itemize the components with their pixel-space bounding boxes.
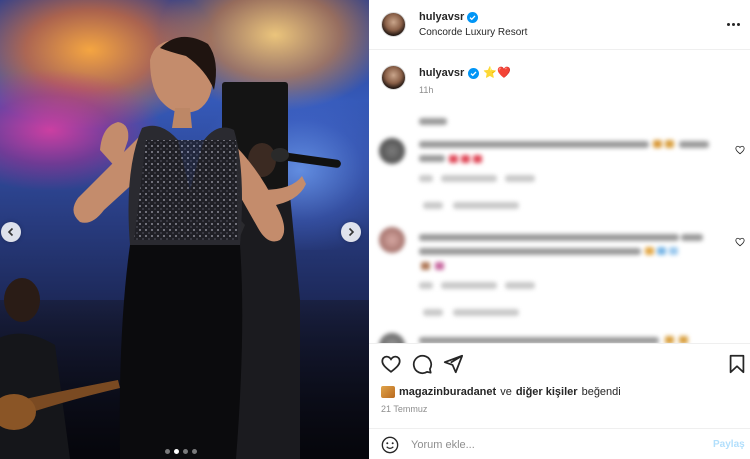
post-side-panel: hulyavsr Concorde Luxury Resort hulyavsr… <box>369 0 750 459</box>
comment-icon <box>412 354 433 375</box>
carousel-dot[interactable] <box>192 449 197 454</box>
bookmark-icon <box>729 354 745 374</box>
caption-username[interactable]: hulyavsr <box>419 67 464 79</box>
save-button[interactable] <box>726 353 748 375</box>
carousel-dot[interactable] <box>165 449 170 454</box>
photo-scene <box>0 36 341 459</box>
post-media[interactable] <box>0 0 369 459</box>
comment-like-icon[interactable] <box>735 145 745 155</box>
smiley-icon <box>381 436 399 454</box>
carousel-next-button[interactable] <box>341 222 361 242</box>
comment-input[interactable] <box>411 434 701 456</box>
post-timestamp[interactable]: 11h <box>419 85 433 95</box>
other-likers-link[interactable]: diğer kişiler <box>516 386 578 398</box>
chevron-right-icon <box>348 227 355 237</box>
send-icon <box>443 354 464 374</box>
carousel-indicator <box>165 449 197 454</box>
post-comment-button[interactable]: Paylaş <box>713 439 745 450</box>
avatar[interactable] <box>381 65 406 90</box>
post-header: hulyavsr Concorde Luxury Resort <box>369 0 750 50</box>
heart-icon <box>381 355 401 373</box>
carousel-dot[interactable] <box>183 449 188 454</box>
like-button[interactable] <box>380 353 402 375</box>
emoji-button[interactable] <box>381 436 399 454</box>
share-button[interactable] <box>442 353 464 375</box>
likes-connector: ve <box>500 386 512 398</box>
likes-summary: magazinburadanet ve diğer kişiler beğend… <box>381 386 621 398</box>
comment-composer: Paylaş <box>369 428 750 459</box>
post-actions-bar <box>369 343 750 383</box>
comment-like-icon[interactable] <box>735 237 745 247</box>
username-link[interactable]: hulyavsr <box>419 11 464 23</box>
comments-list[interactable] <box>369 105 750 343</box>
more-horizontal-icon <box>726 22 730 26</box>
carousel-dot-active[interactable] <box>174 449 179 454</box>
liker-avatar[interactable] <box>381 386 395 398</box>
carousel-prev-button[interactable] <box>1 222 21 242</box>
avatar[interactable] <box>381 12 406 37</box>
likes-suffix: beğendi <box>581 386 621 398</box>
comment-button[interactable] <box>411 353 433 375</box>
liker-username[interactable]: magazinburadanet <box>399 386 496 398</box>
verified-badge-icon <box>468 67 480 79</box>
location-link[interactable]: Concorde Luxury Resort <box>419 27 527 38</box>
post-date[interactable]: 21 Temmuz <box>381 404 427 414</box>
verified-badge-icon <box>467 11 479 23</box>
chevron-left-icon <box>7 227 14 237</box>
caption-text: ⭐❤️ <box>483 66 511 79</box>
more-options-button[interactable] <box>725 17 741 31</box>
